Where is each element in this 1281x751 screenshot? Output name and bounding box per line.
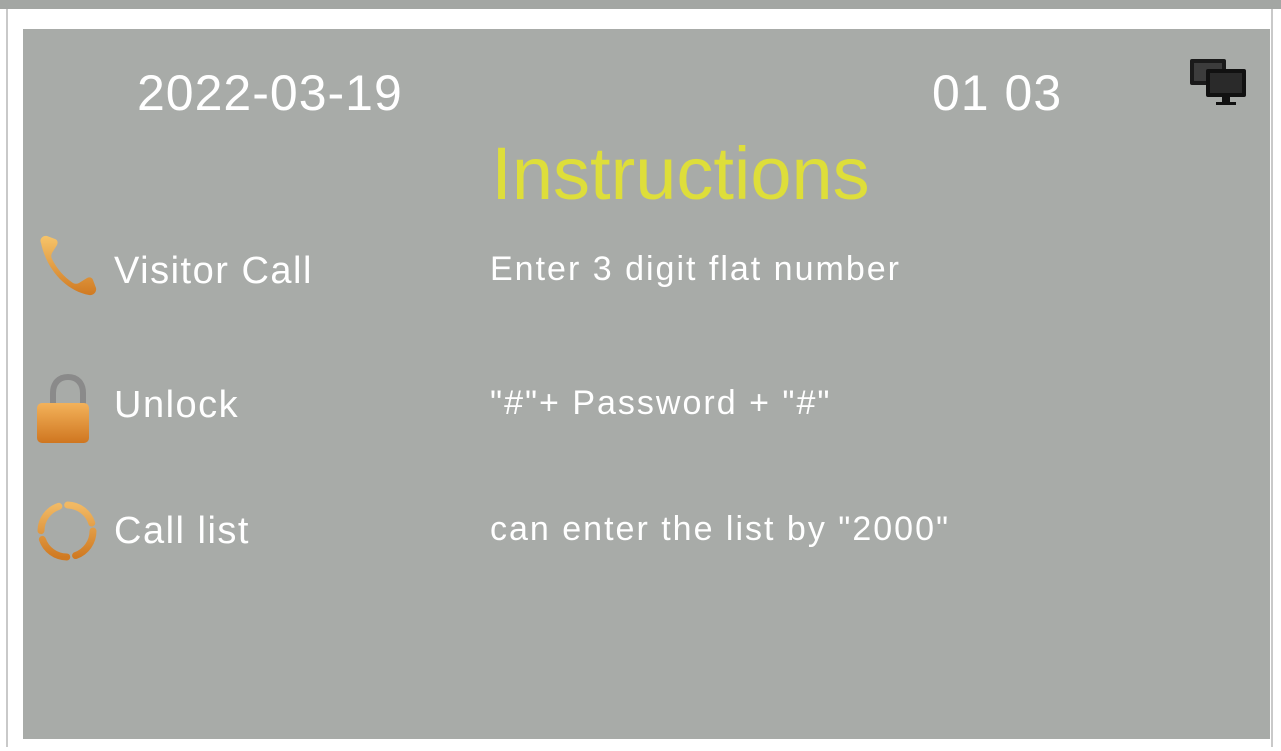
instructions-screen: 2022-03-19 01 03 Instructions Visitor Ca… (23, 29, 1270, 739)
phone-icon (40, 235, 97, 296)
instruction-desc-visitor-call: Enter 3 digit flat number (490, 250, 901, 288)
top-bezel (0, 0, 1281, 9)
instruction-desc-call-list: can enter the list by "2000" (490, 510, 951, 548)
instruction-row-call-list: Call list can enter the list by "2000" (23, 491, 1270, 571)
monitors-icon[interactable] (1188, 57, 1250, 107)
instruction-row-unlock: Unlock "#"+ Password + "#" (23, 367, 1270, 447)
call-list-icon (37, 501, 97, 561)
page-title: Instructions (491, 132, 870, 215)
instruction-label-unlock: Unlock (114, 384, 240, 426)
instruction-label-call-list: Call list (114, 510, 250, 552)
instruction-label-visitor-call: Visitor Call (114, 250, 313, 292)
time-display: 01 03 (932, 65, 1063, 121)
instruction-row-visitor-call: Visitor Call Enter 3 digit flat number (23, 229, 1270, 309)
date-display: 2022-03-19 (137, 65, 403, 121)
lock-icon (37, 373, 89, 443)
instruction-desc-unlock: "#"+ Password + "#" (490, 384, 832, 422)
